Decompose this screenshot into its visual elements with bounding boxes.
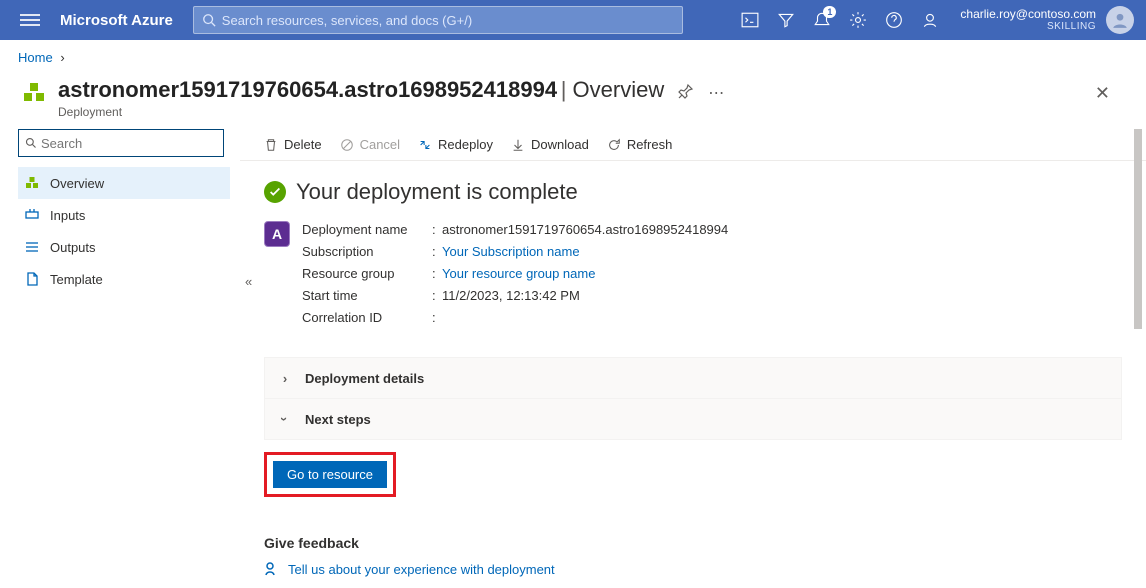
- user-email: charlie.roy@contoso.com: [960, 8, 1096, 21]
- notifications-icon[interactable]: 1: [806, 4, 838, 36]
- sidebar: « Overview Inputs Outputs Template: [0, 129, 240, 587]
- scrollbar[interactable]: [1134, 129, 1142, 587]
- sidebar-item-template[interactable]: Template: [18, 263, 230, 295]
- provider-icon: A: [264, 221, 290, 247]
- cancel-button: Cancel: [340, 137, 400, 152]
- command-bar: Delete Cancel Redeploy Download Refresh: [240, 129, 1146, 161]
- sidebar-item-label: Overview: [50, 176, 104, 191]
- download-icon: [511, 138, 525, 152]
- refresh-icon: [607, 138, 621, 152]
- hamburger-icon[interactable]: [20, 10, 40, 30]
- sidebar-item-outputs[interactable]: Outputs: [18, 231, 230, 263]
- more-icon[interactable]: ⋯: [708, 83, 724, 103]
- close-icon[interactable]: ✕: [1095, 83, 1110, 104]
- brand-label: Microsoft Azure: [60, 12, 173, 29]
- sidebar-item-label: Outputs: [50, 240, 96, 255]
- refresh-button[interactable]: Refresh: [607, 137, 673, 152]
- redeploy-button[interactable]: Redeploy: [418, 137, 493, 152]
- success-icon: [264, 181, 286, 203]
- next-steps-section[interactable]: › Next steps: [264, 399, 1122, 440]
- pin-icon[interactable]: [678, 83, 694, 104]
- user-account[interactable]: charlie.roy@contoso.com SKILLING: [960, 8, 1096, 32]
- sidebar-search[interactable]: [18, 129, 224, 157]
- breadcrumb: Home ›: [0, 40, 1146, 69]
- trash-icon: [264, 138, 278, 152]
- output-icon: [24, 239, 40, 255]
- global-search[interactable]: [193, 6, 683, 34]
- deployment-details-section[interactable]: › Deployment details: [264, 357, 1122, 399]
- help-icon[interactable]: [878, 4, 910, 36]
- delete-button[interactable]: Delete: [264, 137, 322, 152]
- start-time-value: 11/2/2023, 12:13:42 PM: [442, 285, 580, 307]
- chevron-right-icon: ›: [60, 50, 64, 65]
- subscription-link[interactable]: Your Subscription name: [442, 241, 580, 263]
- cloud-shell-icon[interactable]: [734, 4, 766, 36]
- resource-type-icon: [18, 77, 50, 109]
- feedback-link[interactable]: Tell us about your experience with deplo…: [264, 561, 1122, 577]
- chevron-right-icon: ›: [279, 372, 291, 384]
- cubes-icon: [24, 175, 40, 191]
- download-button[interactable]: Download: [511, 137, 589, 152]
- resource-title: astronomer1591719760654.astro16989524189…: [58, 77, 557, 102]
- breadcrumb-home[interactable]: Home: [18, 50, 53, 65]
- feedback-icon[interactable]: [914, 4, 946, 36]
- redeploy-icon: [418, 138, 432, 152]
- filter-icon[interactable]: [770, 4, 802, 36]
- settings-icon[interactable]: [842, 4, 874, 36]
- sidebar-item-inputs[interactable]: Inputs: [18, 199, 230, 231]
- sidebar-item-label: Inputs: [50, 208, 85, 223]
- template-icon: [24, 271, 40, 287]
- main-content: Delete Cancel Redeploy Download Refresh: [240, 129, 1146, 587]
- resource-group-link[interactable]: Your resource group name: [442, 263, 595, 285]
- user-tenant: SKILLING: [960, 21, 1096, 32]
- resource-section: Overview: [573, 77, 665, 102]
- deployment-name-value: astronomer1591719760654.astro16989524189…: [442, 219, 728, 241]
- search-icon: [202, 13, 216, 27]
- search-icon: [25, 137, 37, 149]
- notification-badge: 1: [823, 6, 836, 18]
- highlight-box: Go to resource: [264, 452, 396, 497]
- avatar[interactable]: [1106, 6, 1134, 34]
- sidebar-search-input[interactable]: [41, 136, 217, 151]
- deployment-details: Deployment name:astronomer1591719760654.…: [302, 219, 728, 329]
- sidebar-item-label: Template: [50, 272, 103, 287]
- go-to-resource-button[interactable]: Go to resource: [273, 461, 387, 488]
- top-shortcuts: 1: [734, 4, 946, 36]
- resource-type-label: Deployment: [58, 105, 664, 119]
- megaphone-icon: [264, 561, 280, 577]
- cancel-icon: [340, 138, 354, 152]
- resource-header: astronomer1591719760654.astro16989524189…: [0, 69, 1146, 129]
- input-icon: [24, 207, 40, 223]
- top-bar: Microsoft Azure 1 charlie.roy@contoso.co…: [0, 0, 1146, 40]
- feedback-heading: Give feedback: [264, 535, 1122, 551]
- global-search-input[interactable]: [222, 13, 674, 28]
- deployment-status-title: Your deployment is complete: [296, 179, 578, 205]
- chevron-down-icon: ›: [279, 413, 291, 425]
- sidebar-item-overview[interactable]: Overview: [18, 167, 230, 199]
